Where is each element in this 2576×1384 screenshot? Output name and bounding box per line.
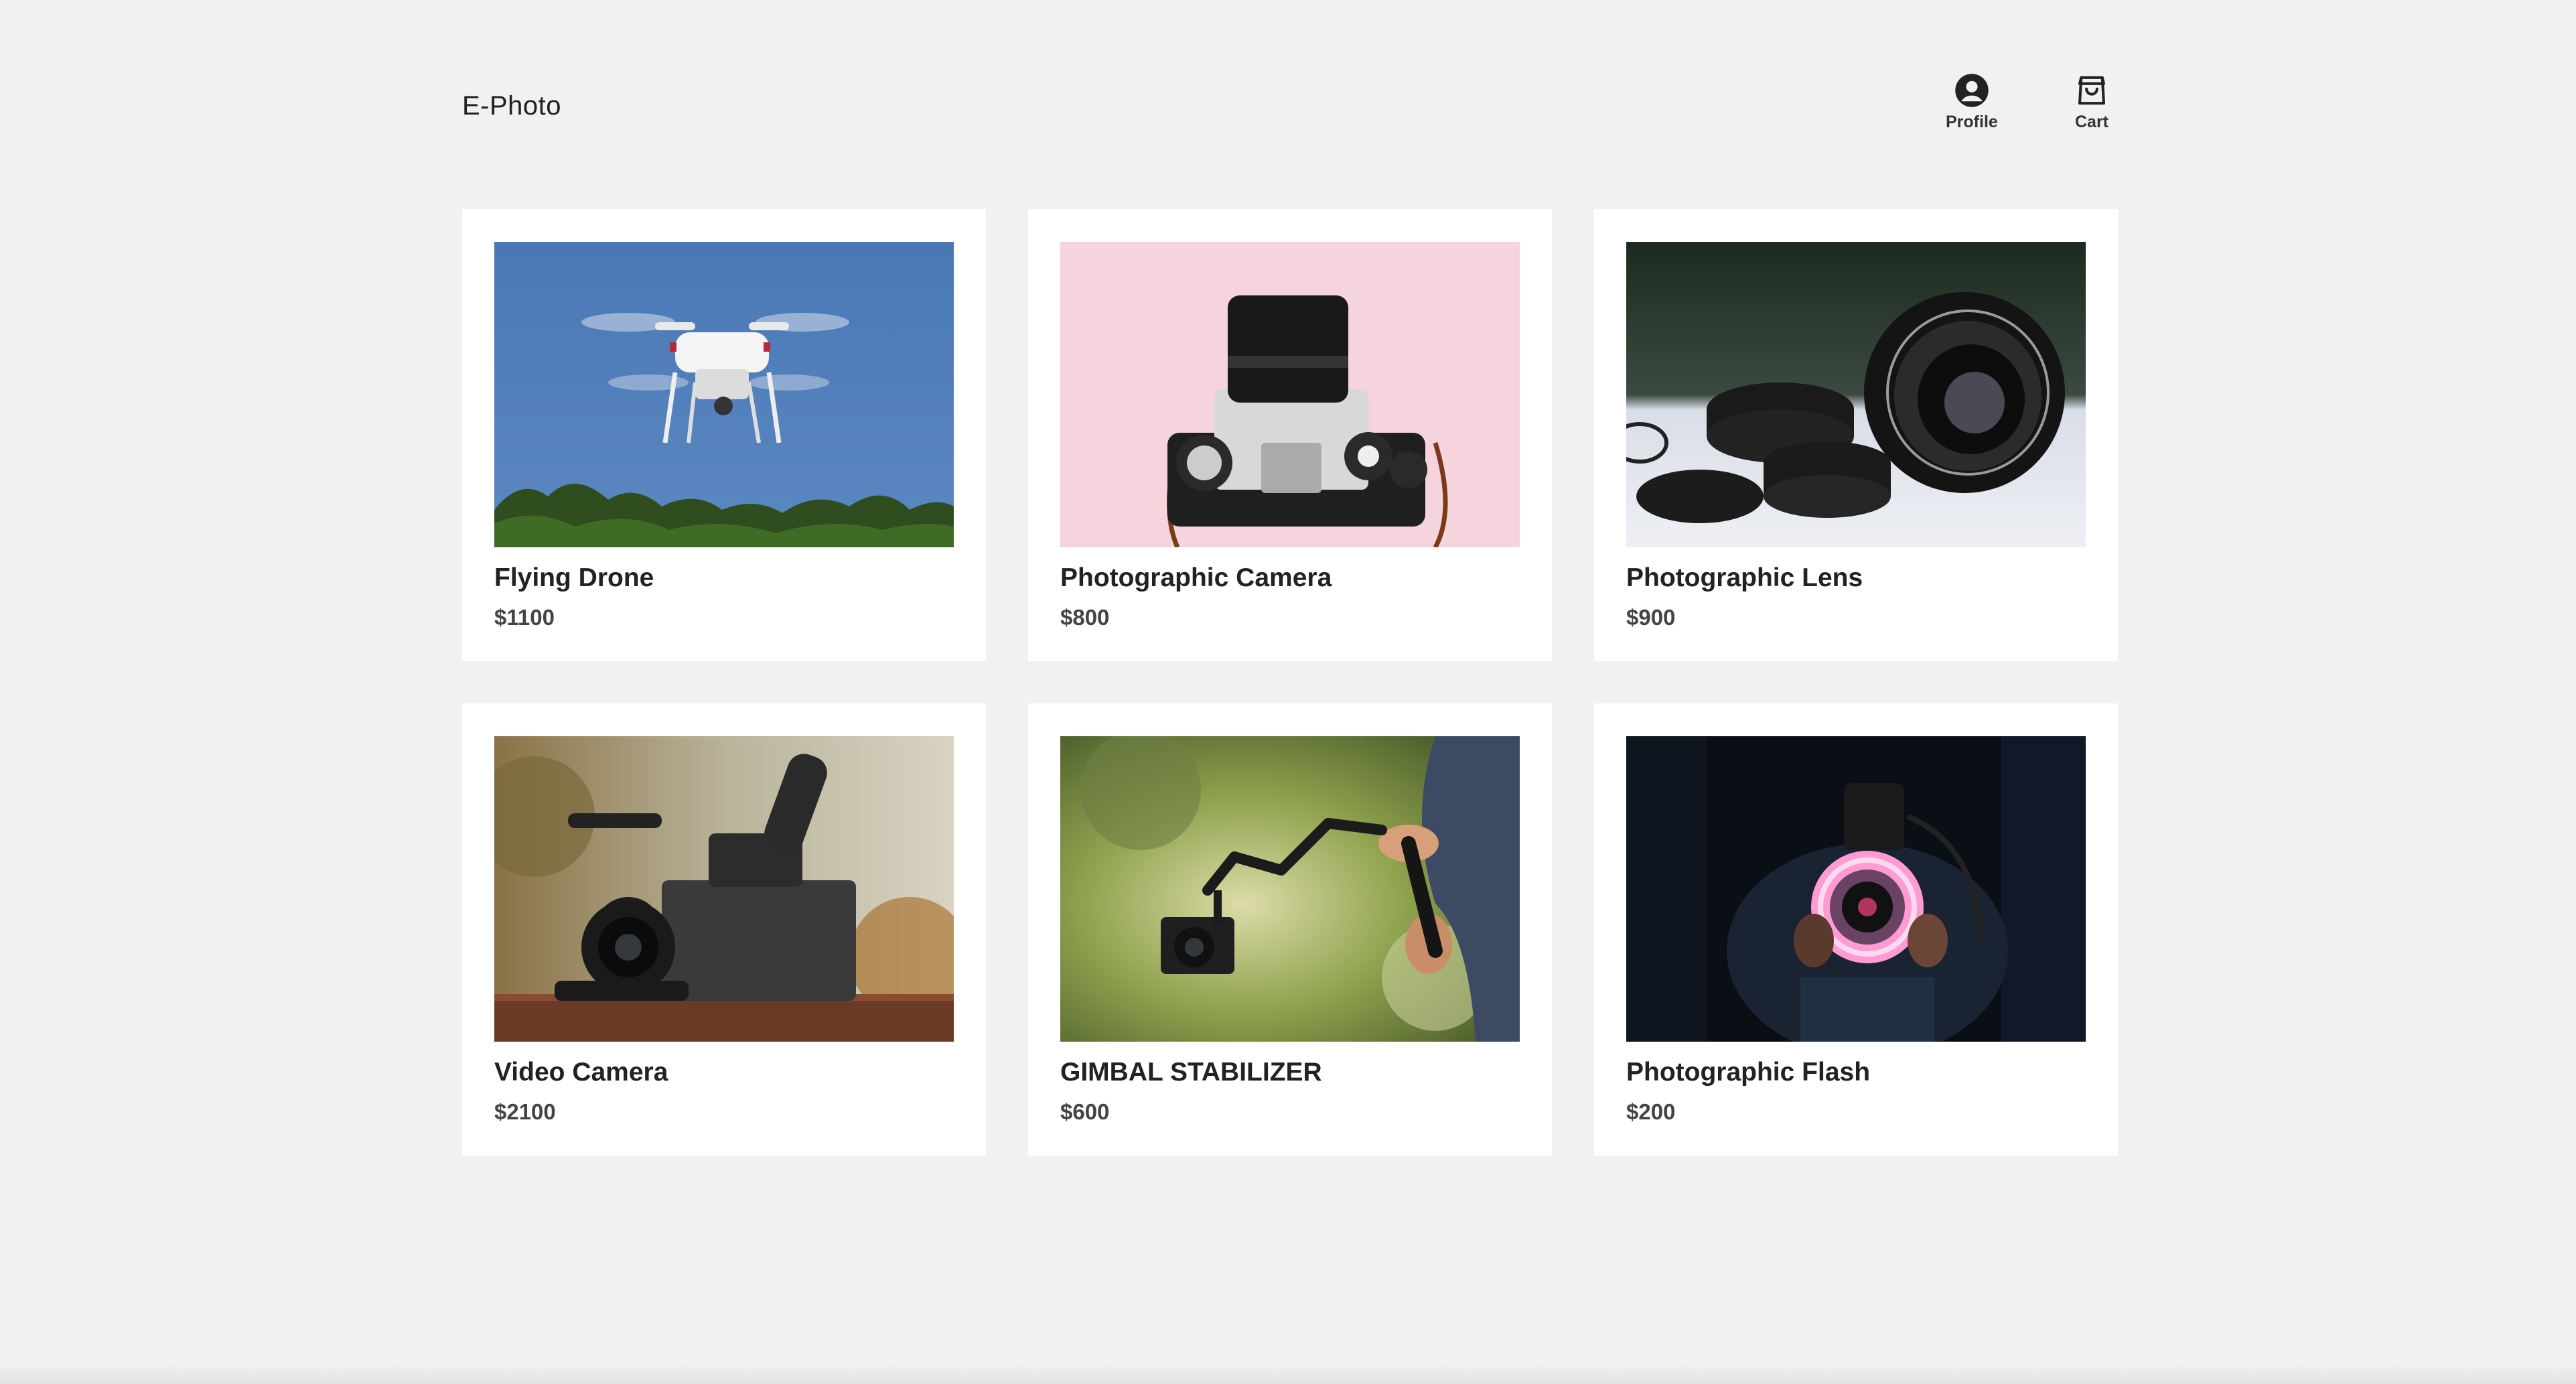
top-bar: E-Photo Profile Cart (462, 67, 2117, 147)
cart-button[interactable]: Cart (2074, 72, 2110, 132)
product-name[interactable]: Flying Drone (494, 563, 954, 593)
user-circle-icon (1954, 72, 1990, 109)
product-name[interactable]: GIMBAL STABILIZER (1060, 1058, 1520, 1087)
product-price: $1100 (494, 605, 555, 630)
product-card[interactable]: Photographic Camera $800 (1028, 209, 1552, 661)
product-price: $900 (1626, 605, 1676, 630)
product-image-lens[interactable] (1626, 242, 2086, 547)
brand-logo[interactable]: E-Photo (462, 91, 561, 121)
cart-label: Cart (2074, 113, 2108, 131)
product-price: $2100 (494, 1099, 556, 1124)
product-image-drone[interactable] (494, 242, 954, 547)
profile-button[interactable]: Profile (1946, 72, 1998, 132)
product-name[interactable]: Photographic Lens (1626, 563, 2086, 593)
product-grid: Flying Drone $1100 Photographic Camera $… (462, 209, 2118, 1156)
product-card[interactable]: Photographic Lens $900 (1594, 209, 2118, 661)
page: E-Photo Profile Cart Flying Drone $1100 … (0, 0, 2576, 1384)
profile-label: Profile (1946, 113, 1998, 131)
product-card[interactable]: Photographic Flash $200 (1594, 703, 2118, 1156)
product-card[interactable]: Video Camera $2100 (462, 703, 986, 1156)
product-price: $600 (1060, 1099, 1110, 1124)
product-image-flash[interactable] (1626, 736, 2086, 1042)
shopping-bag-icon (2074, 72, 2110, 109)
product-price: $200 (1626, 1099, 1676, 1124)
product-image-camera[interactable] (1060, 242, 1520, 547)
product-name[interactable]: Photographic Flash (1626, 1058, 2086, 1087)
product-name[interactable]: Video Camera (494, 1058, 954, 1087)
product-price: $800 (1060, 605, 1110, 630)
product-image-gimbal[interactable] (1060, 736, 1520, 1042)
product-name[interactable]: Photographic Camera (1060, 563, 1520, 593)
bottom-scroll-shadow (0, 1364, 2576, 1384)
product-card[interactable]: Flying Drone $1100 (462, 209, 986, 661)
product-card[interactable]: GIMBAL STABILIZER $600 (1028, 703, 1552, 1156)
product-image-video-camera[interactable] (494, 736, 954, 1042)
